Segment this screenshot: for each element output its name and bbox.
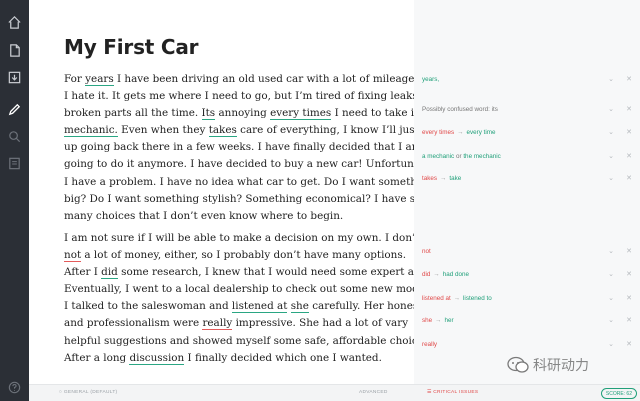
chevron-down-icon[interactable]: ⌄ <box>606 316 616 324</box>
arrow-right-icon: → <box>453 294 461 302</box>
issue-card[interactable]: a mechanic or the mechanic ⌄ ✕ <box>422 149 634 163</box>
issue-card[interactable]: listened at → listened to ⌄ ✕ <box>422 291 634 305</box>
chevron-down-icon[interactable]: ⌄ <box>606 270 616 278</box>
issue-card[interactable]: Possibly confused word: its ⌄ ✕ <box>422 102 634 116</box>
issue-original[interactable]: really <box>422 341 606 348</box>
issue-suggestion[interactable]: every time <box>467 129 496 136</box>
search-icon[interactable] <box>6 128 23 145</box>
text-line[interactable]: I talked to the saleswoman and listened … <box>64 298 428 315</box>
issue-original: listened at <box>422 294 451 302</box>
issue-card[interactable]: really ⌄ ✕ <box>422 337 634 351</box>
footer-bar: ○ GENERAL (DEFAULT) ADVANCED ☰ CRITICAL … <box>29 384 640 401</box>
close-icon[interactable]: ✕ <box>624 316 634 324</box>
text-line[interactable]: helpful suggestions and showed myself so… <box>64 333 432 350</box>
issue-card[interactable]: did → had done ⌄ ✕ <box>422 267 634 281</box>
issue-original: every times <box>422 128 455 136</box>
text-line[interactable]: mechanic. Even when they takes care of e… <box>64 122 442 139</box>
text-line[interactable]: For years I have been driving an old use… <box>64 71 437 88</box>
text-line[interactable]: I hate it. It gets me where I need to go… <box>64 88 441 105</box>
text-line[interactable]: and professionalism were really impressi… <box>64 315 409 332</box>
issue-card[interactable]: every times → every time ⌄ ✕ <box>422 125 634 139</box>
chevron-down-icon[interactable]: ⌄ <box>606 294 616 302</box>
issue-option[interactable]: a mechanic <box>422 153 454 160</box>
mode-general-label: GENERAL (DEFAULT) <box>63 390 118 395</box>
issue-note[interactable]: Possibly confused word: its <box>422 106 606 113</box>
arrow-right-icon: → <box>440 174 447 182</box>
issue-card[interactable]: not ⌄ ✕ <box>422 244 634 258</box>
text-line[interactable]: broken parts all the time. Its annoying … <box>64 105 432 122</box>
help-icon[interactable] <box>6 379 23 396</box>
issues-panel: years, ⌄ ✕ Possibly confused word: its ⌄ ✕… <box>414 0 640 384</box>
pen-icon[interactable] <box>6 101 23 118</box>
issue-suggestion[interactable]: listened to <box>463 295 492 302</box>
close-icon[interactable]: ✕ <box>624 152 634 160</box>
text-line[interactable]: Eventually, I went to a local dealership… <box>64 281 437 298</box>
paragraph-1[interactable]: For years I have been driving an old use… <box>64 71 442 225</box>
close-icon[interactable]: ✕ <box>624 75 634 83</box>
text-line[interactable]: going to do it anymore. I have decided t… <box>64 156 441 173</box>
chevron-down-icon[interactable]: ⌄ <box>606 247 616 255</box>
close-icon[interactable]: ✕ <box>624 270 634 278</box>
text-line[interactable]: big? Do I want something stylish? Someth… <box>64 191 421 208</box>
issue-card[interactable]: takes → take ⌄ ✕ <box>422 171 634 185</box>
home-icon[interactable] <box>6 14 23 31</box>
text-line[interactable]: not a lot of money, either, so I probabl… <box>64 247 409 264</box>
radio-icon: ○ <box>59 390 63 395</box>
close-icon[interactable]: ✕ <box>624 294 634 302</box>
critical-issues-filter[interactable]: ☰ CRITICAL ISSUES <box>427 390 478 395</box>
issue-suggestion[interactable]: her <box>444 317 453 324</box>
issue-original: takes <box>422 174 438 182</box>
download-icon[interactable] <box>6 69 23 86</box>
close-icon[interactable]: ✕ <box>624 174 634 182</box>
close-icon[interactable]: ✕ <box>624 340 634 348</box>
issue-original[interactable]: not <box>422 248 606 255</box>
issue-suggestion[interactable]: take <box>449 175 461 182</box>
issue-card[interactable]: years, ⌄ ✕ <box>422 72 634 86</box>
text-line[interactable]: up going back there in a few weeks. I ha… <box>64 139 442 156</box>
close-icon[interactable]: ✕ <box>624 105 634 113</box>
text-line[interactable]: many choices that I don’t even know wher… <box>64 208 409 225</box>
issue-suggestion[interactable]: years, <box>422 76 606 83</box>
chevron-down-icon[interactable]: ⌄ <box>606 75 616 83</box>
text-line[interactable]: After a long discussion I finally decide… <box>64 350 409 367</box>
score-badge[interactable]: SCORE: 62 <box>600 388 637 399</box>
paragraph-2[interactable]: I am not sure if I will be able to make … <box>64 230 448 367</box>
chevron-down-icon[interactable]: ⌄ <box>606 152 616 160</box>
issue-original: did <box>422 270 431 278</box>
issue-option[interactable]: the mechanic <box>463 153 500 160</box>
editor[interactable]: My First Car For years I have been drivi… <box>29 0 448 384</box>
arrow-right-icon: → <box>457 128 464 136</box>
issue-suggestion[interactable]: had done <box>443 271 469 278</box>
text-line[interactable]: I am not sure if I will be able to make … <box>64 230 448 247</box>
text-line[interactable]: I have a problem. I have no idea what ca… <box>64 174 434 191</box>
document-icon[interactable] <box>6 42 23 59</box>
chevron-down-icon[interactable]: ⌄ <box>606 105 616 113</box>
book-icon[interactable] <box>6 155 23 172</box>
issue-or: or <box>455 152 462 160</box>
chevron-down-icon[interactable]: ⌄ <box>606 174 616 182</box>
text-line[interactable]: After I did some research, I knew that I… <box>64 264 445 281</box>
watermark-text: 科研动力 <box>533 358 589 374</box>
close-icon[interactable]: ✕ <box>624 128 634 136</box>
issue-card[interactable]: she → her ⌄ ✕ <box>422 313 634 327</box>
critical-issues-label: CRITICAL ISSUES <box>433 390 479 395</box>
close-icon[interactable]: ✕ <box>624 247 634 255</box>
sidebar <box>0 0 29 401</box>
chevron-down-icon[interactable]: ⌄ <box>606 340 616 348</box>
arrow-right-icon: → <box>433 270 440 278</box>
document-title[interactable]: My First Car <box>64 35 199 59</box>
chevron-down-icon[interactable]: ⌄ <box>606 128 616 136</box>
mode-advanced[interactable]: ADVANCED <box>359 390 388 395</box>
critical-icon: ☰ <box>427 390 432 395</box>
watermark: 科研动力 <box>507 355 589 375</box>
arrow-right-icon: → <box>435 316 442 324</box>
chat-bubble-icon <box>507 356 529 373</box>
issue-original: she <box>422 316 433 324</box>
mode-general[interactable]: ○ GENERAL (DEFAULT) <box>59 390 117 395</box>
